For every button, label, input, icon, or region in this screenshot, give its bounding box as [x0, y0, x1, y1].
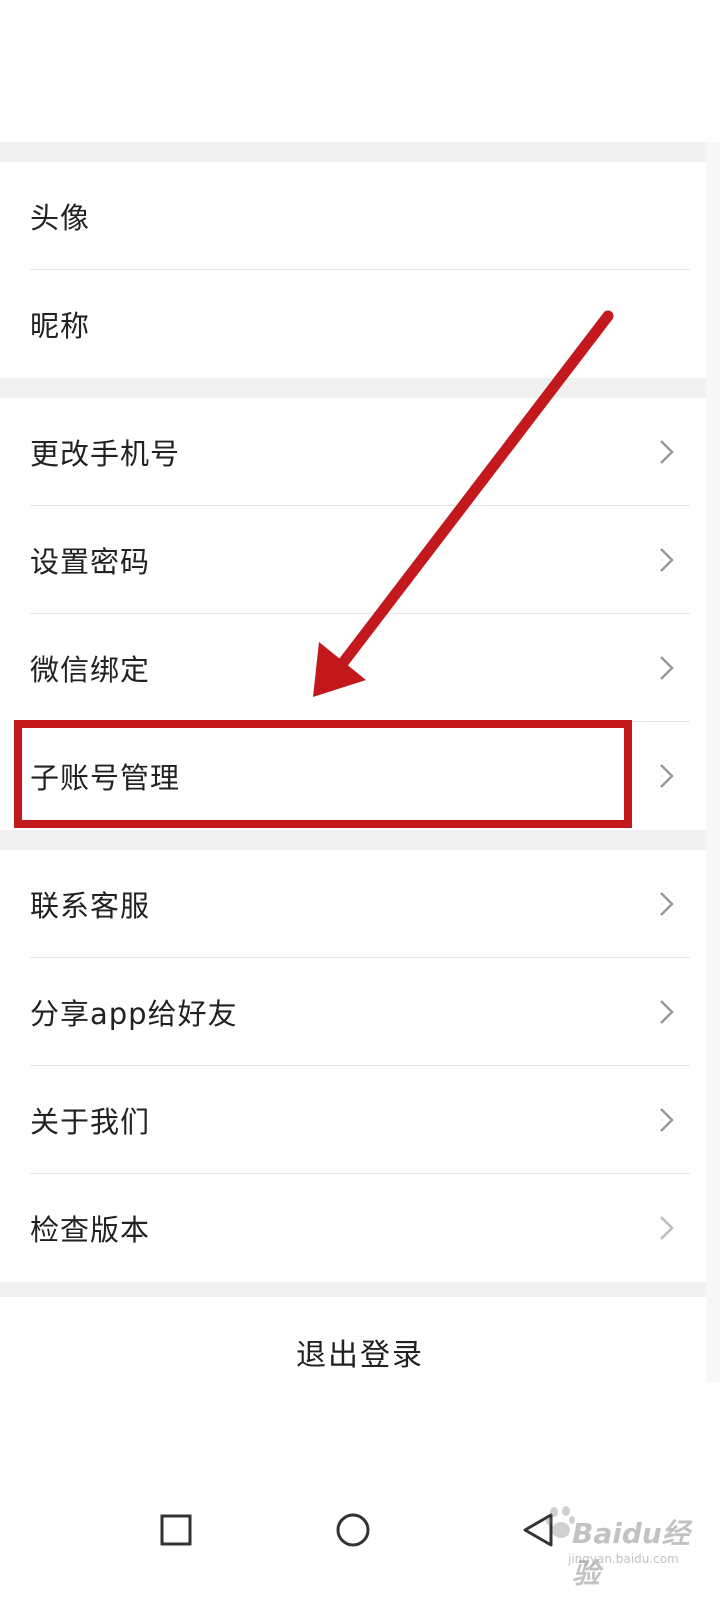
recent-apps-icon[interactable]	[151, 1505, 201, 1555]
chevron-right-icon	[660, 439, 674, 464]
chevron-right-icon	[660, 547, 674, 572]
about-us-row[interactable]: 关于我们	[30, 1066, 690, 1174]
section-divider	[0, 830, 720, 850]
section-divider	[0, 378, 720, 398]
nickname-row[interactable]: 昵称	[30, 270, 690, 378]
chevron-right-icon	[660, 1216, 674, 1240]
share-app-row[interactable]: 分享app给好友	[30, 958, 690, 1066]
profile-group: 头像 昵称	[0, 162, 720, 378]
watermark-subtext: jingyan.baidu.com	[568, 1552, 679, 1566]
nickname-label: 昵称	[30, 309, 91, 343]
sub-account-management-row[interactable]: 子账号管理	[30, 722, 690, 830]
chevron-right-icon	[660, 655, 674, 680]
chevron-right-icon	[660, 999, 674, 1024]
section-divider	[0, 1282, 720, 1297]
chevron-right-icon	[660, 764, 674, 788]
chevron-right-icon	[660, 1107, 674, 1132]
check-version-row[interactable]: 检查版本	[30, 1174, 690, 1282]
change-phone-label: 更改手机号	[30, 436, 181, 471]
avatar-label: 头像	[30, 200, 91, 235]
set-password-row[interactable]: 设置密码	[30, 506, 690, 614]
watermark: Baidu经验 jingyan.baidu.com	[528, 1490, 698, 1590]
change-phone-row[interactable]: 更改手机号	[30, 398, 690, 506]
header-blank-area	[0, 0, 720, 142]
logout-area: 退出登录	[0, 1297, 720, 1407]
sub-account-management-label: 子账号管理	[30, 761, 181, 795]
info-group: 联系客服 分享app给好友 关于我们 检查版本	[0, 850, 720, 1282]
wechat-binding-row[interactable]: 微信绑定	[30, 614, 690, 722]
home-icon[interactable]	[328, 1505, 378, 1555]
account-group: 更改手机号 设置密码 微信绑定 子账号管理	[0, 398, 720, 830]
wechat-binding-label: 微信绑定	[30, 652, 151, 687]
avatar-row[interactable]: 头像	[30, 162, 690, 270]
share-app-label: 分享app给好友	[30, 996, 238, 1031]
contact-support-label: 联系客服	[30, 888, 151, 923]
scrollbar-track	[706, 142, 720, 1382]
set-password-label: 设置密码	[30, 544, 151, 579]
contact-support-row[interactable]: 联系客服	[30, 850, 690, 958]
check-version-label: 检查版本	[30, 1213, 151, 1247]
logout-button[interactable]: 退出登录	[0, 1330, 720, 1374]
chevron-right-icon	[660, 891, 674, 916]
section-divider	[0, 142, 720, 162]
about-us-label: 关于我们	[30, 1104, 151, 1139]
